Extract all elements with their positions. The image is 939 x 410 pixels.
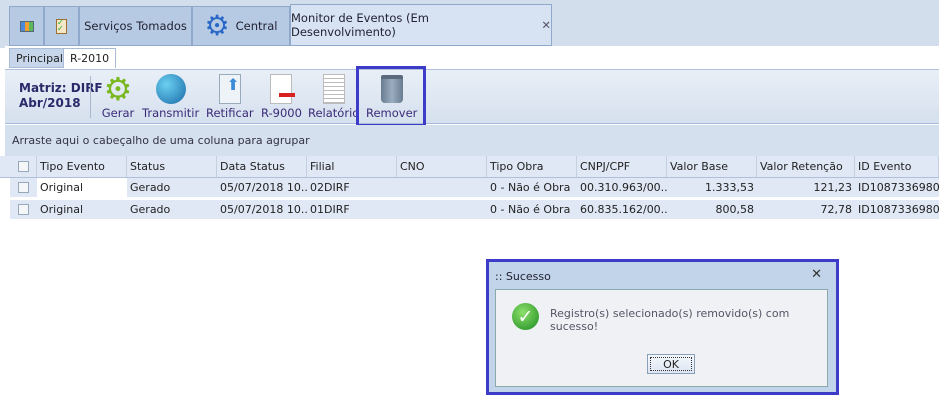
row-checkbox[interactable]	[10, 178, 37, 197]
divider	[90, 76, 91, 118]
tab-grid[interactable]	[9, 6, 44, 46]
close-icon[interactable]: ✕	[541, 18, 551, 32]
cell: 0 - Não é Obra	[490, 181, 571, 194]
r9000-button[interactable]: R-9000	[261, 72, 302, 120]
column-header[interactable]: Filial	[307, 156, 397, 177]
transmitir-button[interactable]: Transmitir	[142, 72, 199, 120]
column-header[interactable]: Valor Retenção	[757, 156, 855, 177]
tab-monitor-eventos[interactable]: Monitor de Eventos (Em Desenvolvimento) ✕	[290, 4, 552, 46]
table-row[interactable]: Original Gerado 05/07/2018 10... 01DIRF …	[0, 200, 939, 221]
success-dialog: :: Sucesso ✕ ✓ Registro(s) selecionado(s…	[486, 259, 839, 395]
cell: Gerado	[130, 181, 171, 194]
cell: 01DIRF	[310, 203, 350, 216]
tab-central[interactable]: ⚙ Central	[192, 6, 290, 46]
column-header[interactable]: Valor Base	[667, 156, 757, 177]
cell: 05/07/2018 10...	[220, 203, 307, 216]
group-panel[interactable]: Arraste aqui o cabeçalho de uma coluna p…	[5, 125, 939, 156]
cell: 05/07/2018 10...	[220, 181, 307, 194]
row-checkbox[interactable]	[10, 200, 37, 219]
cell: 60.835.162/00...	[580, 203, 667, 216]
subtab-r2010[interactable]: R-2010	[63, 48, 117, 68]
cell: 02DIRF	[310, 181, 350, 194]
green-gear-icon: ⚙	[103, 70, 133, 108]
subtab-principal[interactable]: Principal	[9, 48, 70, 68]
clipboard-icon: ✓ ✓	[56, 18, 67, 34]
cell: 121,23	[813, 181, 853, 194]
cell: 800,58	[715, 203, 755, 216]
dialog-title: :: Sucesso	[495, 270, 551, 283]
dialog-message: Registro(s) selecionado(s) removido(s) c…	[550, 307, 790, 333]
select-all-checkbox[interactable]	[10, 156, 37, 177]
cell: 00.310.963/00...	[580, 181, 667, 194]
remover-button[interactable]: Remover	[366, 72, 417, 120]
column-header[interactable]: CNPJ/CPF	[577, 156, 667, 177]
cell: ID1087336980...	[858, 181, 939, 194]
close-icon[interactable]: ✕	[811, 267, 822, 282]
relatorio-button[interactable]: Relatório	[308, 72, 359, 120]
column-header[interactable]: Status	[127, 156, 217, 177]
cell: Original	[37, 178, 127, 197]
cell: 0 - Não é Obra	[490, 203, 571, 216]
cell: 1.333,53	[705, 181, 754, 194]
tab-checklist[interactable]: ✓ ✓	[44, 6, 79, 46]
report-icon	[317, 72, 351, 106]
cell: ID1087336980...	[858, 203, 939, 216]
gear-icon: ⚙	[204, 9, 230, 42]
column-header[interactable]: Tipo Evento	[37, 156, 127, 177]
retificar-button[interactable]: ⬆ Retificar	[206, 72, 254, 120]
success-check-icon: ✓	[512, 303, 539, 330]
cell: Original	[40, 203, 84, 216]
column-header[interactable]: ID Evento	[855, 156, 939, 177]
column-header[interactable]: Tipo Obra	[487, 156, 577, 177]
cell	[397, 178, 487, 197]
cell	[397, 200, 487, 219]
cell: 72,78	[820, 203, 853, 216]
document-minus-icon	[264, 72, 298, 106]
column-header[interactable]: Data Status	[217, 156, 307, 177]
cell: Gerado	[130, 203, 171, 216]
trash-icon	[375, 72, 409, 106]
globe-icon	[154, 72, 188, 106]
column-header[interactable]: CNO	[397, 156, 487, 177]
gerar-button[interactable]: ⚙ Gerar	[101, 70, 135, 120]
tab-servicos-tomados[interactable]: Serviços Tomados	[79, 6, 192, 46]
document-upload-icon: ⬆	[213, 72, 247, 106]
grid-header: Tipo Evento Status Data Status Filial CN…	[0, 156, 939, 178]
subtab-bar	[5, 46, 939, 70]
grid-icon	[19, 20, 34, 32]
table-row[interactable]: Original Gerado 05/07/2018 10... 02DIRF …	[0, 178, 939, 199]
ok-button[interactable]: OK	[647, 354, 695, 374]
